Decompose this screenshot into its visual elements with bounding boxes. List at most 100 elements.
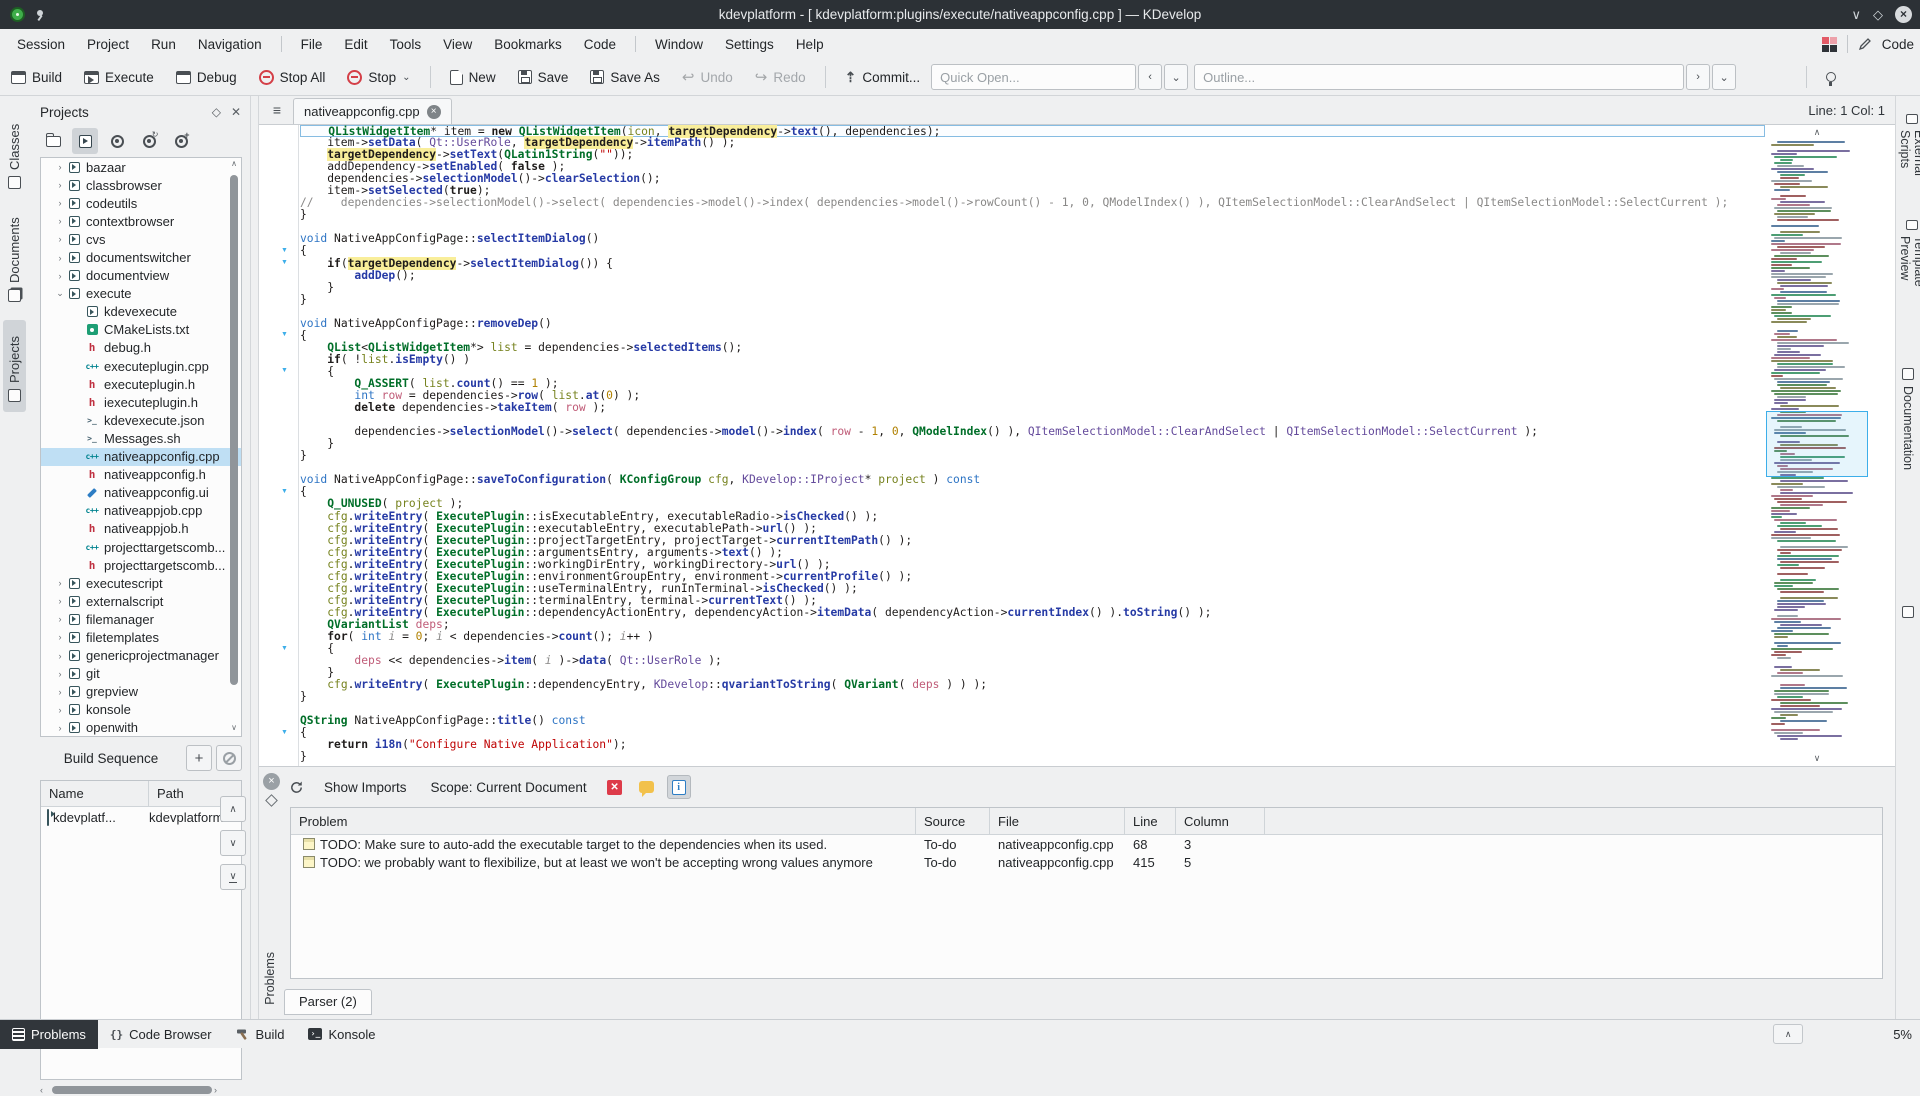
refresh-button[interactable] bbox=[284, 775, 308, 799]
undo-button[interactable]: ↩Undo bbox=[674, 63, 741, 91]
fold-marker-icon[interactable]: ▼ bbox=[281, 259, 288, 266]
reload-project-button[interactable] bbox=[136, 128, 162, 154]
menu-code[interactable]: Code bbox=[575, 32, 625, 57]
float-panel-icon[interactable]: ◇ bbox=[212, 105, 221, 119]
minimap-scrollbar[interactable]: ∧ ∨ bbox=[1765, 125, 1869, 766]
code-line[interactable]: QString NativeAppConfigPage::title() con… bbox=[300, 715, 1765, 727]
code-line[interactable]: QList<QListWidgetItem*> list = dependenc… bbox=[300, 342, 1765, 354]
open-project-button[interactable] bbox=[40, 128, 66, 154]
scroll-down-icon[interactable]: ∨ bbox=[228, 723, 240, 735]
close-problems-icon[interactable]: × bbox=[263, 773, 280, 790]
horizontal-scrollbar[interactable]: ‹ › bbox=[40, 1084, 242, 1096]
tree-item-externalscript[interactable]: ›externalscript bbox=[41, 592, 241, 610]
code-line[interactable]: void NativeAppConfigPage::selectItemDial… bbox=[300, 233, 1765, 245]
outline-dropdown[interactable]: ⌄ bbox=[1712, 64, 1736, 90]
menu-run[interactable]: Run bbox=[142, 32, 185, 57]
stop-all-button[interactable]: Stop All bbox=[251, 65, 334, 90]
column-header-name[interactable]: Name bbox=[41, 781, 149, 806]
chevron-collapsed-icon[interactable]: › bbox=[53, 180, 67, 190]
statusbar-konsole-button[interactable]: ›_ Konsole bbox=[296, 1020, 387, 1049]
tree-item-iexecuteplugin-h[interactable]: hiexecuteplugin.h bbox=[41, 393, 241, 411]
tree-item-cmakelists-txt[interactable]: CMakeLists.txt bbox=[41, 321, 241, 339]
code-line[interactable]: { bbox=[300, 486, 1765, 498]
code-line[interactable]: dependencies->selectionModel()->select( … bbox=[300, 426, 1765, 438]
menu-tools[interactable]: Tools bbox=[381, 32, 431, 57]
menu-project[interactable]: Project bbox=[78, 32, 138, 57]
move-down-button[interactable]: ∨ bbox=[220, 830, 246, 856]
hscroll-thumb[interactable] bbox=[52, 1086, 212, 1094]
outline-input[interactable]: Outline... bbox=[1194, 64, 1684, 90]
tree-item-kdevexecute-json[interactable]: >_kdevexecute.json bbox=[41, 411, 241, 429]
menu-session[interactable]: Session bbox=[8, 32, 74, 57]
code-line[interactable]: } bbox=[300, 294, 1765, 306]
menu-view[interactable]: View bbox=[434, 32, 481, 57]
redo-button[interactable]: ↪Redo bbox=[747, 63, 814, 91]
minimap-up-icon[interactable]: ∧ bbox=[1765, 127, 1869, 138]
chevron-collapsed-icon[interactable]: › bbox=[53, 614, 67, 624]
code-line[interactable]: } bbox=[300, 282, 1765, 294]
new-button[interactable]: New bbox=[442, 65, 504, 90]
project-settings-button[interactable] bbox=[168, 128, 194, 154]
detach-problems-icon[interactable] bbox=[265, 794, 278, 807]
chevron-collapsed-icon[interactable]: › bbox=[53, 271, 67, 281]
chevron-collapsed-icon[interactable]: › bbox=[53, 723, 67, 733]
chevron-collapsed-icon[interactable]: › bbox=[53, 234, 67, 244]
menu-help[interactable]: Help bbox=[787, 32, 833, 57]
code-editor[interactable]: ▼▼▼▼▼▼▼ QListWidgetItem* item = new QLis… bbox=[259, 125, 1895, 766]
document-list-icon[interactable]: ≡ bbox=[263, 98, 291, 122]
tree-item-executeplugin-cpp[interactable]: c++executeplugin.cpp bbox=[41, 357, 241, 375]
col-line[interactable]: Line bbox=[1125, 808, 1176, 834]
tree-item-executeplugin-h[interactable]: hexecuteplugin.h bbox=[41, 375, 241, 393]
statusbar-problems-button[interactable]: Problems bbox=[0, 1020, 98, 1049]
area-code-button[interactable]: Code bbox=[1882, 37, 1914, 52]
dock-tab-documents[interactable]: Documents bbox=[3, 207, 26, 312]
dock-extra-button[interactable] bbox=[1900, 598, 1916, 626]
tree-item-classbrowser[interactable]: ›classbrowser bbox=[41, 176, 241, 194]
code-area[interactable]: QListWidgetItem* item = new QListWidgetI… bbox=[300, 125, 1765, 766]
minimap-viewport[interactable] bbox=[1766, 411, 1868, 477]
parser-tab[interactable]: Parser (2) bbox=[284, 989, 372, 1015]
chevron-collapsed-icon[interactable]: › bbox=[53, 596, 67, 606]
code-line[interactable]: delete dependencies->takeItem( row ); bbox=[300, 402, 1765, 414]
chevron-collapsed-icon[interactable]: › bbox=[53, 705, 67, 715]
code-line[interactable]: void NativeAppConfigPage::removeDep() bbox=[300, 318, 1765, 330]
code-line[interactable]: return i18n("Configure Native Applicatio… bbox=[300, 739, 1765, 751]
code-line[interactable]: } bbox=[300, 751, 1765, 763]
panel-splitter[interactable] bbox=[250, 96, 259, 1019]
configure-button[interactable] bbox=[104, 128, 130, 154]
tree-item-debug-h[interactable]: hdebug.h bbox=[41, 339, 241, 357]
tree-item-executescript[interactable]: ›executescript bbox=[41, 574, 241, 592]
tree-item-nativeappconfig-cpp[interactable]: c++nativeappconfig.cpp bbox=[41, 448, 241, 466]
tree-item-projecttargetscomb-[interactable]: hprojecttargetscomb... bbox=[41, 556, 241, 574]
dock-tab-projects[interactable]: Projects bbox=[3, 320, 26, 412]
scroll-right-icon[interactable]: › bbox=[214, 1085, 224, 1095]
tree-item-nativeappconfig-h[interactable]: hnativeappconfig.h bbox=[41, 466, 241, 484]
code-line[interactable]: if( !list.isEmpty() ) bbox=[300, 354, 1765, 366]
tree-item-execute[interactable]: ⌄execute bbox=[41, 285, 241, 303]
col-problem[interactable]: Problem bbox=[291, 808, 916, 834]
build-targets-button[interactable] bbox=[72, 128, 98, 154]
fold-marker-icon[interactable]: ▼ bbox=[281, 247, 288, 254]
code-line[interactable]: void NativeAppConfigPage::saveToConfigur… bbox=[300, 474, 1765, 486]
chevron-expanded-icon[interactable]: ⌄ bbox=[53, 288, 67, 299]
quick-open-dropdown[interactable]: ⌄ bbox=[1164, 64, 1188, 90]
chevron-collapsed-icon[interactable]: › bbox=[53, 162, 67, 172]
statusbar-build-button[interactable]: Build bbox=[224, 1020, 297, 1049]
show-imports-button[interactable]: Show Imports bbox=[316, 775, 415, 800]
menu-settings[interactable]: Settings bbox=[716, 32, 783, 57]
debug-button[interactable]: Debug bbox=[168, 65, 245, 90]
chevron-collapsed-icon[interactable]: › bbox=[53, 578, 67, 588]
tab-nativeappconfig[interactable]: nativeappconfig.cpp × bbox=[293, 98, 452, 124]
filter-errors-button[interactable]: ✕ bbox=[603, 775, 627, 799]
scroll-up-icon[interactable]: ∧ bbox=[228, 159, 240, 171]
tree-item-bazaar[interactable]: ›bazaar bbox=[41, 158, 241, 176]
tree-item-nativeappconfig-ui[interactable]: nativeappconfig.ui bbox=[41, 484, 241, 502]
statusbar-code-browser-button[interactable]: {} Code Browser bbox=[98, 1020, 224, 1049]
code-line[interactable]: dependencies->selectionModel()->clearSel… bbox=[300, 173, 1765, 185]
quick-open-input[interactable]: Quick Open... bbox=[931, 64, 1136, 90]
tree-item-cvs[interactable]: ›cvs bbox=[41, 230, 241, 248]
scope-button[interactable]: Scope: Current Document bbox=[423, 775, 595, 800]
minimap-down-icon[interactable]: ∨ bbox=[1765, 753, 1869, 764]
menu-bookmarks[interactable]: Bookmarks bbox=[485, 32, 571, 57]
chevron-collapsed-icon[interactable]: › bbox=[53, 216, 67, 226]
